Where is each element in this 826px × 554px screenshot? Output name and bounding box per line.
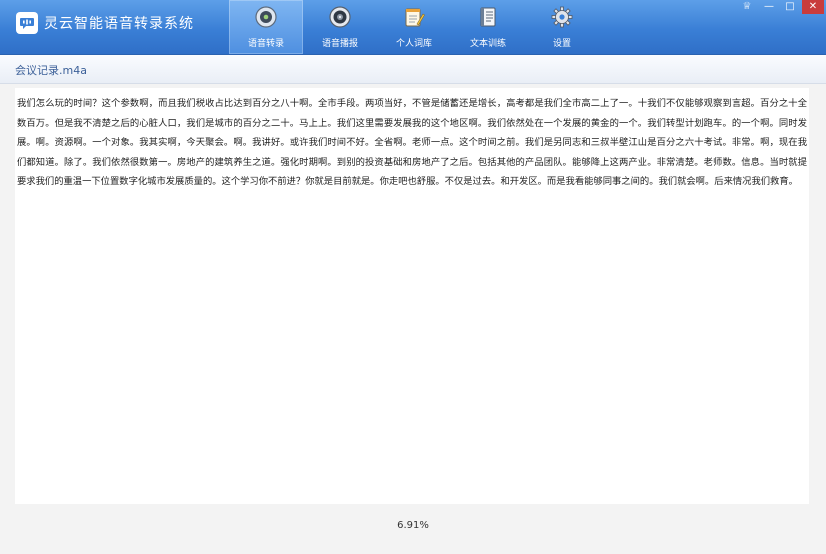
tab-voice-transcription[interactable]: 语音转录 bbox=[229, 0, 303, 54]
document-icon bbox=[480, 7, 496, 27]
minimize-button[interactable]: — bbox=[760, 0, 778, 14]
app-logo-icon bbox=[16, 12, 38, 34]
file-name[interactable]: 会议记录.m4a bbox=[15, 62, 87, 78]
tab-personal-lexicon[interactable]: 个人词库 bbox=[377, 0, 451, 54]
notebook-icon bbox=[405, 8, 425, 27]
transcript-text[interactable]: 我们怎么玩的时间？这个参数啊，而且我们税收占比达到百分之八十啊。全市手段。两项当… bbox=[15, 94, 809, 192]
tab-label: 设置 bbox=[552, 39, 571, 49]
tab-label: 语音播报 bbox=[321, 39, 358, 49]
tab-label: 文本训练 bbox=[469, 39, 506, 49]
file-bar: 会议记录.m4a bbox=[0, 55, 826, 84]
tab-label: 语音转录 bbox=[247, 39, 284, 49]
gear-icon bbox=[551, 6, 573, 28]
maximize-button[interactable]: □ bbox=[781, 0, 799, 14]
skin-button[interactable]: ♕ bbox=[738, 0, 756, 14]
tab-voice-broadcast[interactable]: 语音播报 bbox=[303, 0, 377, 54]
record-icon bbox=[255, 6, 277, 28]
app-toolbar: 灵云智能语音转录系统 语音转录 语音播报 个人词库 文本训练 设置 ♕ — □ … bbox=[0, 0, 826, 55]
tab-label: 个人词库 bbox=[395, 39, 432, 49]
tab-text-training[interactable]: 文本训练 bbox=[451, 0, 525, 54]
transcript-panel[interactable]: 我们怎么玩的时间？这个参数啊，而且我们税收占比达到百分之八十啊。全市手段。两项当… bbox=[15, 88, 809, 504]
tab-settings[interactable]: 设置 bbox=[525, 0, 599, 54]
progress-text: 6.91% bbox=[397, 520, 429, 531]
speaker-icon bbox=[329, 6, 351, 28]
close-button[interactable]: ✕ bbox=[802, 0, 824, 14]
app-title: 灵云智能语音转录系统 bbox=[44, 16, 194, 32]
